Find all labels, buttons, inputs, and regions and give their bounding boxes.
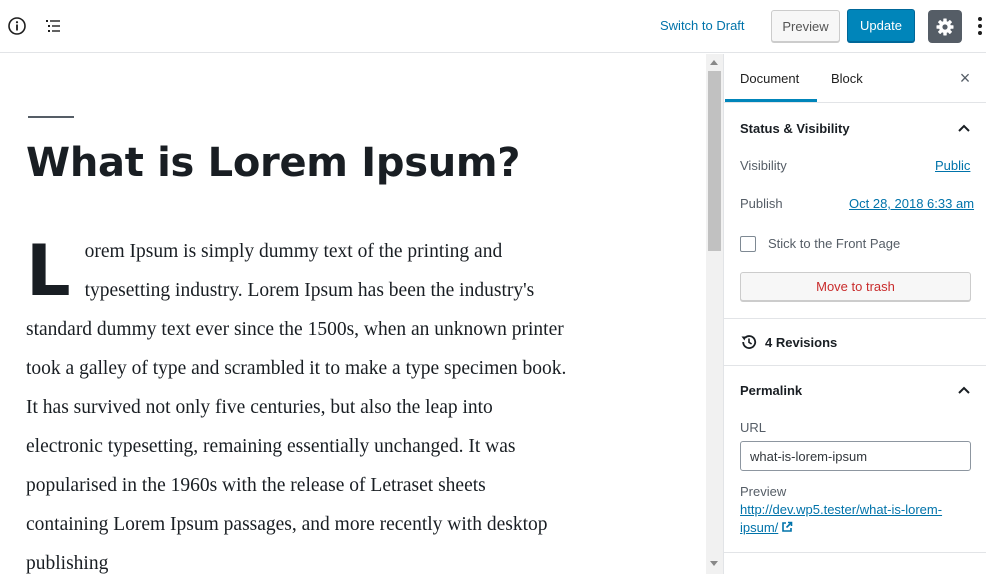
outline-icon[interactable] bbox=[41, 14, 65, 38]
scroll-down-icon[interactable] bbox=[710, 561, 718, 566]
preview-button[interactable]: Preview bbox=[771, 10, 840, 42]
tab-block[interactable]: Block bbox=[831, 71, 863, 86]
title-separator bbox=[28, 116, 74, 118]
stick-front-page-checkbox[interactable] bbox=[740, 236, 756, 252]
preview-permalink[interactable]: http://dev.wp5.tester/what-is-lorem-ipsu… bbox=[740, 501, 970, 537]
close-icon[interactable]: × bbox=[957, 68, 973, 88]
visibility-label: Visibility bbox=[740, 158, 787, 173]
top-toolbar: Switch to Draft Preview Update bbox=[0, 0, 986, 53]
more-icon[interactable] bbox=[974, 14, 986, 38]
preview-label: Preview bbox=[740, 484, 787, 499]
publish-date-link[interactable]: Oct 28, 2018 6:33 am bbox=[849, 196, 974, 211]
url-input[interactable] bbox=[740, 441, 971, 471]
post-title[interactable]: What is Lorem Ipsum? bbox=[26, 140, 521, 186]
drop-cap: L bbox=[26, 230, 71, 312]
visibility-link[interactable]: Public bbox=[935, 158, 970, 173]
url-label: URL bbox=[740, 420, 767, 435]
move-to-trash-button[interactable]: Move to trash bbox=[740, 272, 971, 301]
editor-scrollbar[interactable] bbox=[706, 54, 723, 574]
switch-to-draft-link[interactable]: Switch to Draft bbox=[660, 18, 745, 33]
chevron-up-icon[interactable] bbox=[957, 121, 971, 135]
external-link-icon bbox=[782, 521, 793, 532]
active-tab-indicator bbox=[725, 99, 817, 102]
status-visibility-heading[interactable]: Status & Visibility bbox=[740, 121, 850, 136]
gear-icon bbox=[936, 18, 954, 35]
sidebar-tabs: Document Block × bbox=[724, 54, 986, 103]
paragraph-block[interactable]: Lorem Ipsum is simply dummy text of the … bbox=[26, 232, 571, 574]
divider bbox=[724, 365, 986, 366]
publish-label: Publish bbox=[740, 196, 783, 211]
stick-front-page-label[interactable]: Stick to the Front Page bbox=[768, 236, 900, 251]
update-button[interactable]: Update bbox=[847, 9, 915, 42]
history-icon bbox=[741, 335, 757, 349]
settings-button[interactable] bbox=[928, 10, 962, 43]
divider bbox=[724, 318, 986, 319]
editor-canvas[interactable]: What is Lorem Ipsum? Lorem Ipsum is simp… bbox=[0, 54, 706, 574]
permalink-heading[interactable]: Permalink bbox=[740, 383, 802, 398]
revisions-link[interactable]: 4 Revisions bbox=[765, 335, 837, 350]
settings-sidebar: Document Block × Status & Visibility Vis… bbox=[723, 54, 986, 574]
paragraph-text: orem Ipsum is simply dummy text of the p… bbox=[26, 241, 567, 574]
chevron-up-icon[interactable] bbox=[957, 383, 971, 397]
divider bbox=[724, 552, 986, 553]
scroll-thumb[interactable] bbox=[708, 71, 721, 251]
preview-link-text[interactable]: http://dev.wp5.tester/what-is-lorem-ipsu… bbox=[740, 502, 942, 535]
scroll-up-icon[interactable] bbox=[710, 60, 718, 65]
info-icon[interactable] bbox=[5, 14, 29, 38]
tab-document[interactable]: Document bbox=[740, 71, 799, 86]
